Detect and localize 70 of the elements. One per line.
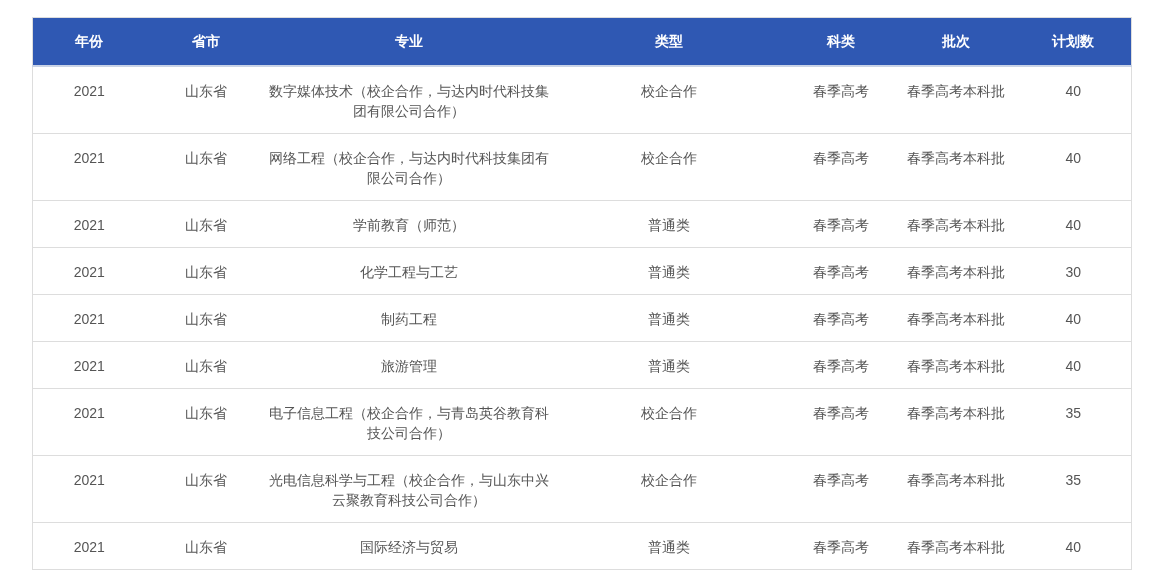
table-cell: 数字媒体技术（校企合作，与达内时代科技集团有限公司合作） <box>265 66 552 134</box>
table-cell: 春季高考 <box>785 66 896 134</box>
table-cell: 山东省 <box>145 294 266 342</box>
table-cell: 春季高考 <box>785 388 896 456</box>
table-cell: 电子信息工程（校企合作，与青岛英谷教育科技公司合作） <box>265 388 552 456</box>
table-cell: 40 <box>1015 522 1132 570</box>
table-cell: 40 <box>1015 341 1132 389</box>
table-cell: 春季高考本科批 <box>895 341 1016 389</box>
table-cell: 春季高考本科批 <box>895 247 1016 295</box>
table-cell: 旅游管理 <box>265 341 552 389</box>
table-cell: 化学工程与工艺 <box>265 247 552 295</box>
table-cell: 校企合作 <box>551 388 786 456</box>
table-cell: 春季高考本科批 <box>895 388 1016 456</box>
table-cell: 光电信息科学与工程（校企合作，与山东中兴云聚教育科技公司合作） <box>265 455 552 523</box>
table-cell: 春季高考本科批 <box>895 522 1016 570</box>
table-cell: 30 <box>1015 247 1132 295</box>
column-header: 类型 <box>551 17 786 66</box>
table-cell: 网络工程（校企合作，与达内时代科技集团有限公司合作） <box>265 133 552 201</box>
table-cell: 2021 <box>32 522 146 570</box>
table-cell: 春季高考本科批 <box>895 455 1016 523</box>
column-header: 专业 <box>265 17 552 66</box>
table-cell: 40 <box>1015 66 1132 134</box>
table-cell: 普通类 <box>551 200 786 248</box>
table-cell: 40 <box>1015 294 1132 342</box>
table-cell: 40 <box>1015 133 1132 201</box>
table-cell: 2021 <box>32 247 146 295</box>
table-cell: 制药工程 <box>265 294 552 342</box>
table-cell: 普通类 <box>551 294 786 342</box>
table-cell: 山东省 <box>145 341 266 389</box>
table-cell: 春季高考 <box>785 133 896 201</box>
table-cell: 普通类 <box>551 522 786 570</box>
table-cell: 山东省 <box>145 133 266 201</box>
table-cell: 2021 <box>32 341 146 389</box>
table-cell: 校企合作 <box>551 133 786 201</box>
table-cell: 35 <box>1015 388 1132 456</box>
table-cell: 学前教育（师范） <box>265 200 552 248</box>
table-cell: 山东省 <box>145 388 266 456</box>
table-cell: 校企合作 <box>551 66 786 134</box>
table-cell: 2021 <box>32 200 146 248</box>
table-cell: 山东省 <box>145 455 266 523</box>
table-cell: 春季高考本科批 <box>895 294 1016 342</box>
column-header: 省市 <box>145 17 266 66</box>
table-cell: 2021 <box>32 133 146 201</box>
table-cell: 2021 <box>32 294 146 342</box>
table-cell: 春季高考 <box>785 522 896 570</box>
table-cell: 国际经济与贸易 <box>265 522 552 570</box>
table-cell: 山东省 <box>145 522 266 570</box>
column-header: 科类 <box>785 17 896 66</box>
table-cell: 山东省 <box>145 200 266 248</box>
table-cell: 2021 <box>32 388 146 456</box>
table-cell: 2021 <box>32 455 146 523</box>
table-cell: 山东省 <box>145 247 266 295</box>
column-header: 年份 <box>32 17 146 66</box>
table-cell: 普通类 <box>551 341 786 389</box>
column-header: 批次 <box>895 17 1016 66</box>
table-cell: 春季高考本科批 <box>895 200 1016 248</box>
table-cell: 春季高考本科批 <box>895 133 1016 201</box>
table-cell: 春季高考 <box>785 341 896 389</box>
table-cell: 校企合作 <box>551 455 786 523</box>
table-cell: 35 <box>1015 455 1132 523</box>
table-cell: 2021 <box>32 66 146 134</box>
table-cell: 普通类 <box>551 247 786 295</box>
table-cell: 春季高考本科批 <box>895 66 1016 134</box>
table-cell: 40 <box>1015 200 1132 248</box>
table-cell: 春季高考 <box>785 294 896 342</box>
column-header: 计划数 <box>1015 17 1132 66</box>
table-cell: 春季高考 <box>785 455 896 523</box>
table-cell: 春季高考 <box>785 247 896 295</box>
table-cell: 山东省 <box>145 66 266 134</box>
table-cell: 春季高考 <box>785 200 896 248</box>
